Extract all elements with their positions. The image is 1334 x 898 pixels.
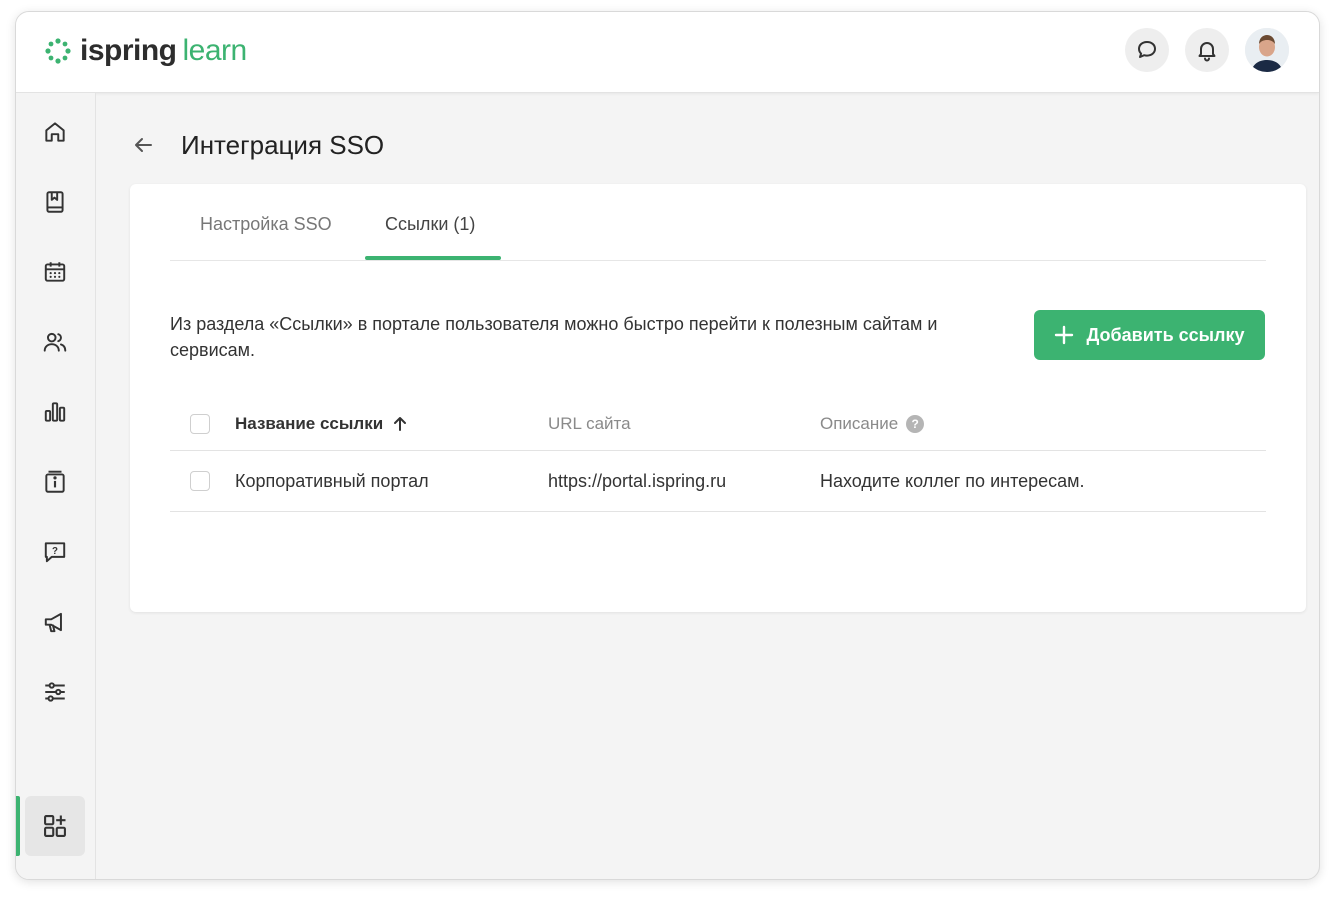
back-button[interactable]	[128, 130, 158, 160]
column-header-description-label: Описание	[820, 413, 899, 433]
apps-add-icon	[44, 815, 66, 837]
sidebar-item-home[interactable]	[35, 112, 75, 152]
settings-sliders-icon	[45, 682, 65, 702]
info-catalog-icon	[45, 470, 65, 493]
logo-text-sub: learn	[182, 34, 248, 67]
sidebar-item-announcements[interactable]	[35, 602, 75, 642]
sidebar-item-calendar[interactable]	[35, 252, 75, 292]
plus-icon	[1054, 325, 1074, 345]
arrow-left-icon	[135, 138, 152, 152]
links-table: Название ссылки URL сайта Описание ? Кор…	[170, 397, 1266, 512]
select-all-checkbox[interactable]	[190, 414, 210, 434]
megaphone-icon	[44, 612, 62, 633]
reports-icon	[44, 402, 66, 422]
tab-sso-settings[interactable]: Настройка SSO	[200, 184, 332, 260]
help-question-icon: ?	[44, 542, 66, 563]
ispring-flower-icon	[45, 38, 71, 64]
active-indicator	[16, 796, 20, 856]
app-window: ispring learn ? Интеграция SSO Настройка…	[15, 11, 1320, 880]
help-icon[interactable]: ?	[906, 414, 925, 433]
bell-icon	[1198, 42, 1216, 62]
users-icon	[43, 332, 67, 352]
page-title: Интеграция SSO	[181, 130, 385, 160]
active-tab-underline	[365, 256, 501, 260]
row-link-name: Корпоративный портал	[235, 471, 429, 491]
chat-icon	[1138, 41, 1156, 58]
user-avatar[interactable]	[1245, 28, 1289, 72]
row-link-description: Находите коллег по интересам.	[820, 471, 1085, 491]
row-link-url[interactable]: https://portal.ispring.ru	[548, 451, 726, 511]
add-link-button[interactable]: Добавить ссылку	[1034, 310, 1265, 360]
row-checkbox[interactable]	[190, 471, 210, 491]
links-description: Из раздела «Ссылки» в портале пользовате…	[170, 314, 938, 360]
tab-links[interactable]: Ссылки (1)	[385, 184, 475, 260]
column-header-name[interactable]: Название ссылки	[235, 397, 407, 450]
logo-text-main: ispring	[80, 34, 177, 67]
logo[interactable]: ispring learn	[44, 34, 247, 68]
sidebar-item-integrations[interactable]	[25, 796, 85, 856]
content-card: Настройка SSO Ссылки (1) Из раздела «Ссы…	[130, 184, 1306, 612]
sidebar: ?	[16, 93, 96, 879]
svg-text:?: ?	[52, 546, 58, 557]
column-header-description: Описание ?	[820, 397, 925, 450]
tab-bar: Настройка SSO Ссылки (1)	[170, 184, 1266, 261]
sort-ascending-icon	[393, 416, 407, 432]
calendar-icon	[44, 262, 66, 282]
sidebar-item-reports[interactable]	[35, 392, 75, 432]
notifications-button[interactable]	[1185, 28, 1229, 72]
column-header-url: URL сайта	[548, 413, 631, 433]
sidebar-item-users[interactable]	[35, 322, 75, 362]
avatar-photo	[1245, 28, 1289, 72]
chat-button[interactable]	[1125, 28, 1169, 72]
sidebar-item-catalog[interactable]	[35, 462, 75, 502]
table-header: Название ссылки URL сайта Описание ?	[170, 397, 1266, 451]
add-link-label: Добавить ссылку	[1086, 324, 1245, 345]
column-header-name-label: Название ссылки	[235, 413, 384, 433]
sidebar-item-courses[interactable]	[35, 182, 75, 222]
book-icon	[46, 191, 64, 213]
home-icon	[45, 122, 65, 142]
top-bar: ispring learn	[16, 12, 1319, 93]
table-row[interactable]: Корпоративный портал https://portal.ispr…	[170, 451, 1266, 512]
sidebar-item-questions[interactable]: ?	[35, 532, 75, 572]
sidebar-item-settings[interactable]	[35, 672, 75, 712]
